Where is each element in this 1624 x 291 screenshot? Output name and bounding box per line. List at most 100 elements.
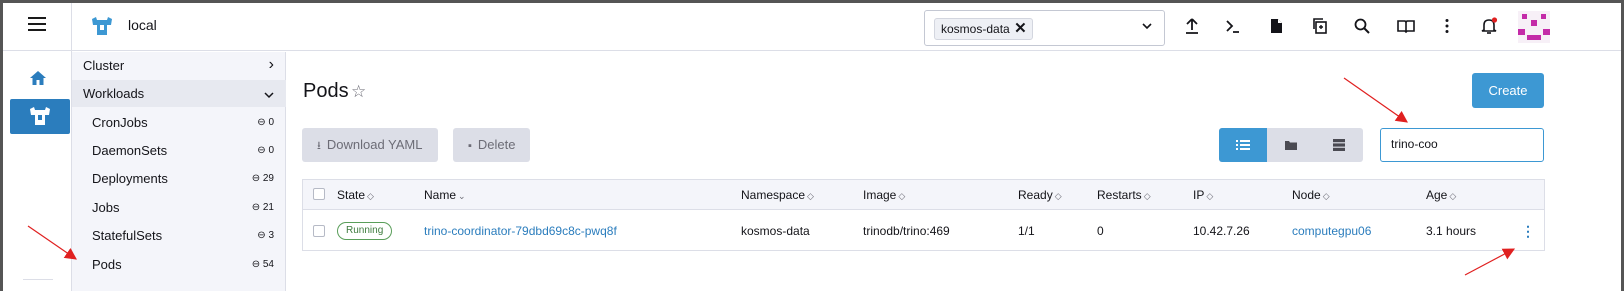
rail-cluster-local[interactable] (10, 99, 70, 134)
sort-icon: ◇ (807, 191, 814, 201)
count-value: 29 (262, 173, 274, 184)
column-header-ip[interactable]: IP ◇ (1193, 188, 1213, 202)
chevron-down-icon (264, 92, 274, 99)
app-window: local kosmos-data ✕ Cluster › Workloads … (0, 0, 1624, 291)
header-label: Restarts (1097, 188, 1142, 202)
pod-age: 3.1 hours (1426, 224, 1477, 238)
sidebar-item-jobs[interactable]: Jobs ⊖ 21 (72, 193, 286, 221)
annotation-arrow-pods (27, 225, 77, 260)
download-yaml-button[interactable]: ⭳ Download YAML (302, 128, 438, 162)
trash-icon: ▪ (468, 140, 472, 152)
header-label: State (337, 188, 366, 202)
pod-ready: 1/1 (1018, 224, 1035, 238)
pod-node-link[interactable]: computegpu06 (1292, 224, 1371, 238)
delete-button[interactable]: ▪ Delete (453, 128, 531, 162)
chevron-down-icon[interactable] (1142, 21, 1152, 31)
count-icon: ⊖ (257, 145, 266, 156)
copy-kubeconfig-icon[interactable] (1311, 17, 1329, 35)
header-label: Age (1426, 188, 1448, 202)
count-icon: ⊖ (251, 173, 261, 184)
header-label: IP (1193, 188, 1205, 202)
side-navigation: Cluster › Workloads CronJobs ⊖ 0 DaemonS… (72, 52, 286, 291)
sort-icon: ◇ (898, 191, 906, 201)
resource-count: ⊖ 0 (257, 145, 274, 156)
resource-count: ⊖ 29 (252, 173, 274, 184)
row-actions-icon[interactable]: ⋮ (1521, 223, 1535, 240)
rail-divider-line (23, 279, 53, 280)
group-by-namespace-button[interactable] (1267, 128, 1315, 162)
search-icon[interactable] (1353, 17, 1371, 35)
cluster-logo-icon (92, 17, 112, 35)
view-mode-toggle (1219, 128, 1363, 162)
nav-group-label: Cluster (83, 58, 125, 73)
download-yaml-label: Download YAML (326, 137, 423, 152)
pod-ip: 10.42.7.26 (1193, 224, 1250, 238)
namespace-filter[interactable]: kosmos-data ✕ (924, 10, 1165, 46)
count-value: 21 (262, 202, 274, 213)
resource-count: ⊖ 3 (257, 230, 274, 241)
chevron-right-icon: › (268, 56, 274, 73)
count-value: 54 (262, 259, 274, 270)
namespace-chip: kosmos-data ✕ (934, 18, 1033, 40)
count-value: 3 (268, 230, 274, 241)
count-icon: ⊖ (251, 259, 261, 270)
kubeconfig-icon[interactable] (1267, 17, 1285, 35)
column-header-ready[interactable]: Ready ◇ (1018, 188, 1062, 202)
column-header-name[interactable]: Name ⌄ (424, 188, 466, 202)
sidebar-item-pods[interactable]: Pods ⊖ 54 (72, 250, 286, 278)
sort-icon: ◇ (1054, 191, 1062, 201)
column-header-age[interactable]: Age ◇ (1426, 188, 1456, 202)
download-icon: ⭳ (317, 140, 321, 152)
resource-count: ⊖ 54 (252, 259, 274, 270)
sidebar-item-daemonsets[interactable]: DaemonSets ⊖ 0 (72, 136, 286, 164)
nav-group-cluster[interactable]: Cluster › (72, 52, 286, 79)
cluster-icon (30, 107, 50, 125)
column-header-state[interactable]: State ◇ (337, 188, 374, 202)
menu-icon[interactable] (28, 17, 46, 33)
nav-group-workloads[interactable]: Workloads (72, 80, 286, 107)
create-button[interactable]: Create (1472, 73, 1544, 108)
flat-list-view-button[interactable] (1219, 128, 1267, 162)
sidebar-item-label: Pods (92, 257, 122, 272)
delete-label: Delete (477, 137, 516, 152)
user-avatar[interactable] (1518, 11, 1550, 43)
sidebar-item-cronjobs[interactable]: CronJobs ⊖ 0 (72, 108, 286, 136)
remove-namespace-icon[interactable]: ✕ (1014, 19, 1027, 39)
count-icon: ⊖ (257, 230, 266, 241)
main-content: Pods ☆ Create ⭳ Download YAML ▪ Delete t… (287, 52, 1621, 291)
count-value: 0 (268, 145, 274, 156)
column-header-namespace[interactable]: Namespace ◇ (741, 188, 814, 202)
count-value: 0 (268, 117, 274, 128)
pod-name-link[interactable]: trino-coordinator-79dbd69c8c-pwq8f (424, 224, 617, 238)
resource-count: ⊖ 21 (252, 202, 274, 213)
header-label: Image (863, 188, 897, 202)
header-label: Ready (1018, 188, 1053, 202)
row-checkbox[interactable] (313, 225, 325, 237)
group-by-node-button[interactable] (1315, 128, 1363, 162)
sort-icon: ◇ (1449, 191, 1457, 201)
header-label: Name (424, 188, 457, 202)
home-icon[interactable] (29, 69, 47, 87)
favorite-star-icon[interactable]: ☆ (351, 82, 366, 102)
folder-icon (1285, 141, 1297, 150)
column-header-node[interactable]: Node ◇ (1292, 188, 1330, 202)
page-title: Pods (303, 80, 349, 102)
sidebar-item-statefulsets[interactable]: StatefulSets ⊖ 3 (72, 221, 286, 249)
select-all-checkbox[interactable] (313, 188, 325, 200)
sort-icon: ◇ (1143, 191, 1151, 201)
import-yaml-icon[interactable] (1183, 17, 1201, 35)
more-icon[interactable] (1438, 17, 1456, 35)
filter-input[interactable] (1391, 129, 1531, 159)
table-row[interactable]: Running trino-coordinator-79dbd69c8c-pwq… (303, 211, 1544, 251)
server-icon (1333, 139, 1345, 151)
sidebar-item-deployments[interactable]: Deployments ⊖ 29 (72, 164, 286, 192)
filter-search-box[interactable] (1380, 128, 1544, 162)
notifications-icon[interactable] (1480, 17, 1498, 35)
column-header-restarts[interactable]: Restarts ◇ (1097, 188, 1151, 202)
kubectl-shell-icon[interactable] (1224, 17, 1242, 35)
docs-icon[interactable] (1397, 17, 1415, 35)
column-header-image[interactable]: Image ◇ (863, 188, 905, 202)
header-label: Node (1292, 188, 1321, 202)
nav-group-label: Workloads (83, 86, 145, 101)
cluster-name[interactable]: local (128, 17, 157, 33)
